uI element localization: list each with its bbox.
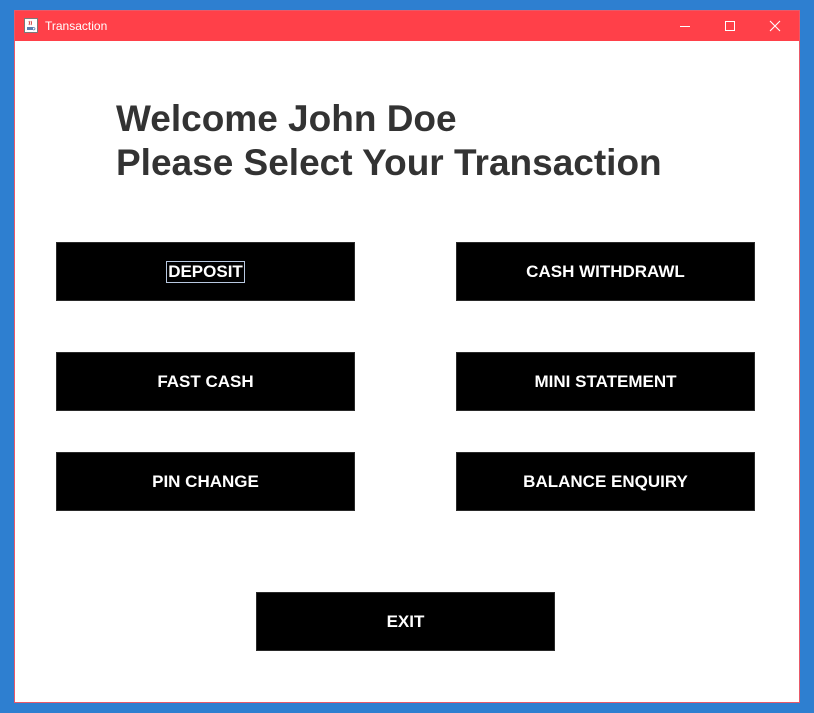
pin-change-button[interactable]: PIN CHANGE xyxy=(56,452,355,511)
cash-withdrawl-button-label: CASH WITHDRAWL xyxy=(526,261,685,281)
balance-enquiry-button-label: BALANCE ENQUIRY xyxy=(523,471,688,491)
exit-button[interactable]: EXIT xyxy=(256,592,555,651)
exit-button-label: EXIT xyxy=(386,611,425,631)
close-button[interactable] xyxy=(752,11,797,41)
pin-change-button-label: PIN CHANGE xyxy=(152,471,259,491)
window-title: Transaction xyxy=(45,19,108,33)
fast-cash-button[interactable]: FAST CASH xyxy=(56,352,355,411)
select-transaction-heading: Please Select Your Transaction xyxy=(116,142,662,183)
java-cup-icon xyxy=(24,18,38,33)
minimize-icon xyxy=(679,26,690,27)
cash-withdrawl-button[interactable]: CASH WITHDRAWL xyxy=(456,242,755,301)
close-icon xyxy=(769,20,780,32)
balance-enquiry-button[interactable]: BALANCE ENQUIRY xyxy=(456,452,755,511)
mini-statement-button-label: MINI STATEMENT xyxy=(534,371,677,391)
fast-cash-button-label: FAST CASH xyxy=(157,371,254,391)
maximize-button[interactable] xyxy=(707,11,752,41)
welcome-heading: Welcome John Doe xyxy=(116,98,457,139)
mini-statement-button[interactable]: MINI STATEMENT xyxy=(456,352,755,411)
maximize-icon xyxy=(724,21,735,31)
deposit-button-label: DEPOSIT xyxy=(166,260,245,283)
minimize-button[interactable] xyxy=(662,11,707,41)
transaction-window: Transaction Welcome John Doe Please Sele… xyxy=(14,10,800,703)
title-bar[interactable]: Transaction xyxy=(15,11,799,41)
deposit-button[interactable]: DEPOSIT xyxy=(56,242,355,301)
